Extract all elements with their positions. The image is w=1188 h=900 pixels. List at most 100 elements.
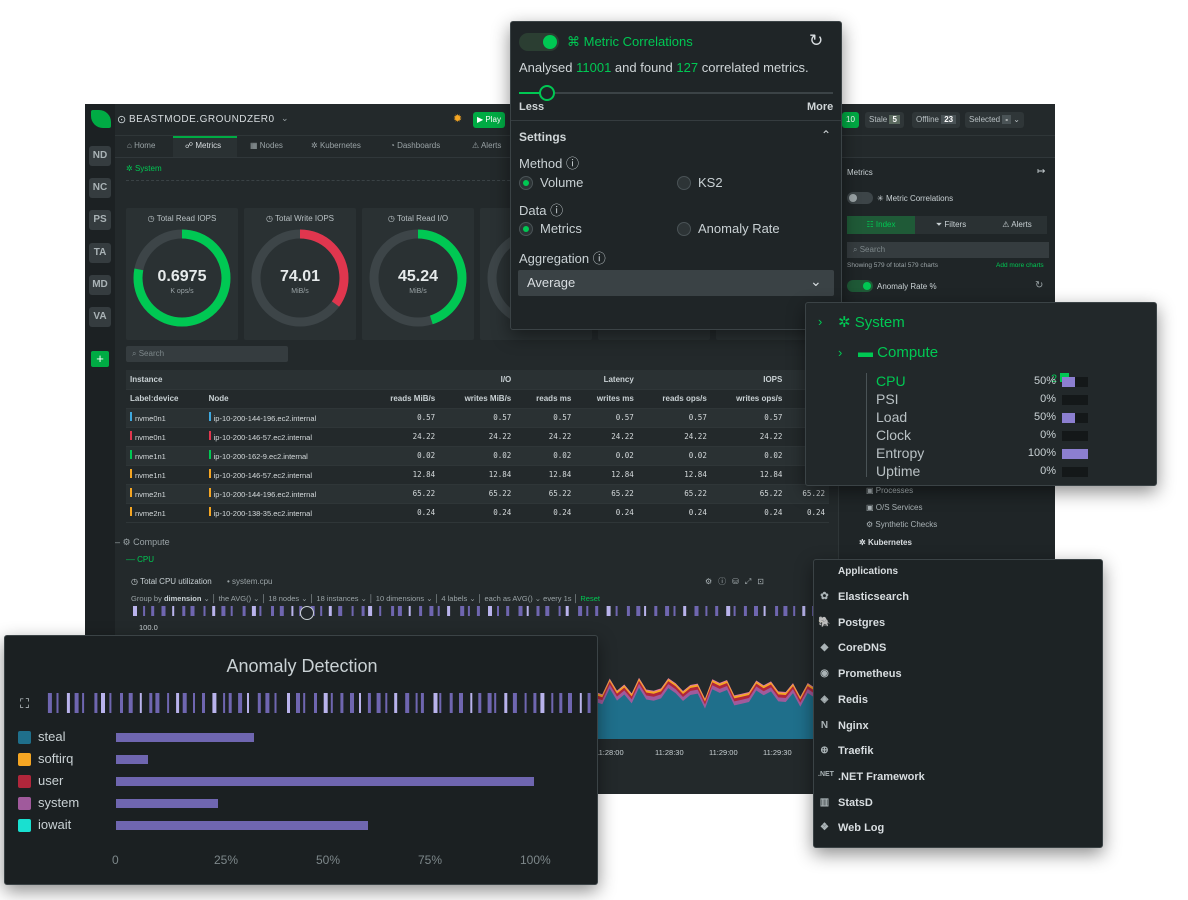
offline-filter[interactable]: Offline 23	[912, 112, 961, 128]
time-aggregation-dropdown[interactable]: each as AVG()	[484, 594, 532, 603]
collapse-panel-icon[interactable]: ↦	[1037, 166, 1045, 177]
col-header[interactable]: writes ms	[575, 389, 638, 409]
space-name[interactable]: BEASTMODE.GROUNDZER0	[129, 114, 275, 125]
compute-row-load[interactable]: Load	[876, 409, 907, 425]
anomaly-bar[interactable]	[116, 821, 368, 830]
anomaly-bar[interactable]	[116, 755, 149, 764]
method-volume-label[interactable]: Volume	[540, 175, 583, 190]
aggregation-dropdown[interactable]: the AVG()	[219, 594, 251, 603]
tab-kubernetes[interactable]: ✲ Kubernetes	[311, 141, 361, 150]
instances-dropdown[interactable]: 18 instances	[316, 594, 358, 603]
app-item[interactable]: ◈ Redis	[821, 694, 868, 706]
table-search-input[interactable]: ⌕ Search	[126, 346, 288, 362]
play-button[interactable]: ▶ Play	[473, 112, 505, 128]
col-header[interactable]: reads ms	[515, 389, 576, 409]
group-header-instance[interactable]: Instance	[126, 370, 366, 390]
tree-item-os-services[interactable]: ▣ O/S Services	[866, 503, 922, 512]
tab-alerts-right[interactable]: ⚠ Alerts	[987, 216, 1047, 234]
sensitivity-slider-track[interactable]	[519, 85, 833, 101]
refresh-icon[interactable]: ↻	[1035, 280, 1043, 291]
space-button[interactable]: ND	[89, 146, 111, 166]
group-header-io[interactable]: I/O	[365, 370, 516, 390]
anomaly-rate-toggle[interactable]	[847, 280, 873, 292]
col-header[interactable]: Label:device	[126, 389, 205, 409]
app-item[interactable]: N Nginx	[821, 720, 869, 732]
tree-item-processes[interactable]: ▣ Processes	[866, 486, 913, 495]
table-row[interactable]: nvme1n1 ip-10-200-146-57.ec2.internal 12.8…	[126, 465, 829, 485]
app-item[interactable]: ▥ StatsD	[820, 797, 873, 809]
chart-toolbar-icons[interactable]: ⚙ⓘ⛁⤢⊡	[705, 576, 770, 587]
compute-row-cpu[interactable]: CPU	[876, 373, 906, 389]
aggregation-select[interactable]: Average ⌄	[518, 270, 834, 296]
refresh-icon[interactable]: ↻	[809, 31, 823, 51]
add-more-charts-link[interactable]: Add more charts	[996, 262, 1044, 269]
app-item[interactable]: ✿ Elasticsearch	[820, 591, 909, 603]
col-header[interactable]: reads MiB/s	[365, 389, 440, 409]
info-icon[interactable]: ⓘ	[566, 156, 579, 171]
col-header[interactable]: reads ops/s	[637, 389, 711, 409]
settings-heading[interactable]: Settings	[519, 130, 566, 144]
nodes-dropdown[interactable]: 18 nodes	[268, 594, 299, 603]
tab-dashboards[interactable]: ◔ Dashboards	[390, 141, 440, 150]
chevron-up-icon[interactable]: ⌃	[821, 128, 831, 142]
space-button[interactable]: NC	[89, 178, 111, 198]
chart-timeline-handle[interactable]	[300, 606, 314, 620]
tree-item-synthetic-checks[interactable]: ⚙ Synthetic Checks	[866, 520, 937, 529]
anomaly-bar[interactable]	[116, 733, 255, 742]
compute-row-clock[interactable]: Clock	[876, 427, 911, 443]
tab-nodes[interactable]: ▦ Nodes	[250, 141, 283, 150]
section-system[interactable]: ✲ System	[126, 164, 162, 173]
col-header[interactable]: writes ops/s	[710, 389, 787, 409]
live-count-badge[interactable]: 10	[842, 112, 859, 128]
system-tree-node[interactable]: ✲ System	[838, 313, 905, 331]
table-row[interactable]: nvme0n1 ip-10-200-146-57.ec2.internal 24.2…	[126, 427, 829, 447]
compute-row-psi[interactable]: PSI	[876, 391, 899, 407]
netdata-logo[interactable]	[91, 110, 111, 128]
group-by-dropdown[interactable]: dimension	[164, 594, 202, 603]
method-ks2-radio[interactable]	[677, 176, 691, 190]
group-header-iops[interactable]: IOPS	[637, 370, 787, 390]
compute-tree-node[interactable]: ▬ Compute	[858, 344, 938, 361]
group-header-latency[interactable]: Latency	[515, 370, 638, 390]
app-item[interactable]: ❖ Web Log	[820, 822, 884, 834]
table-row[interactable]: nvme0n1 ip-10-200-144-196.ec2.internal 0.5…	[126, 408, 829, 428]
stale-filter[interactable]: Stale 5	[865, 112, 904, 128]
tab-home[interactable]: ⌂ Home	[127, 141, 155, 150]
tab-metrics[interactable]: ☍ Metrics	[185, 141, 221, 150]
tab-filters[interactable]: ⏷ Filters	[921, 216, 981, 234]
anomaly-bar[interactable]	[116, 799, 218, 808]
space-button[interactable]: VA	[89, 307, 111, 327]
method-ks2-label[interactable]: KS2	[698, 175, 723, 190]
col-header[interactable]: writes MiB/s	[439, 389, 516, 409]
info-icon[interactable]: ⓘ	[593, 251, 606, 266]
add-space-button[interactable]: +	[91, 351, 109, 367]
table-row[interactable]: nvme2n1 ip-10-200-144-196.ec2.internal 65.…	[126, 484, 829, 504]
chevron-right-icon[interactable]: ›	[838, 345, 842, 360]
sun-icon[interactable]: ✹	[453, 112, 462, 125]
app-item[interactable]: .NET .NET Framework	[818, 771, 925, 783]
sensitivity-slider-handle[interactable]	[539, 85, 556, 101]
anomaly-bar[interactable]	[116, 777, 535, 786]
table-row[interactable]: nvme2n1 ip-10-200-138-35.ec2.internal 0.24…	[126, 503, 829, 523]
space-button[interactable]: MD	[89, 275, 111, 295]
app-item[interactable]: 🐘 Postgres	[818, 617, 885, 629]
dimensions-dropdown[interactable]: 10 dimensions	[376, 594, 424, 603]
section-compute[interactable]: – ⚙ Compute	[115, 537, 170, 548]
mc-toggle-small[interactable]	[847, 192, 873, 204]
space-button[interactable]: PS	[89, 210, 111, 230]
compute-row-entropy[interactable]: Entropy	[876, 445, 924, 461]
tree-item-kubernetes[interactable]: ✲ Kubernetes	[859, 538, 912, 547]
data-metrics-label[interactable]: Metrics	[540, 221, 582, 236]
selected-filter[interactable]: Selected - ⌄	[965, 112, 1024, 128]
app-item[interactable]: ◉ Prometheus	[820, 668, 901, 680]
col-header[interactable]: Node	[204, 389, 366, 409]
table-row[interactable]: nvme1n1 ip-10-200-162-9.ec2.internal 0.02 0…	[126, 446, 829, 466]
labels-dropdown[interactable]: 4 labels	[441, 594, 467, 603]
tab-index[interactable]: ☷ Index	[847, 216, 915, 234]
space-button[interactable]: TA	[89, 243, 111, 263]
data-metrics-radio[interactable]	[519, 222, 533, 236]
data-anomaly-rate-label[interactable]: Anomaly Rate	[698, 221, 780, 236]
reset-button[interactable]: Reset	[580, 594, 600, 603]
mc-enable-toggle[interactable]	[519, 33, 559, 51]
compute-row-uptime[interactable]: Uptime	[876, 463, 920, 479]
